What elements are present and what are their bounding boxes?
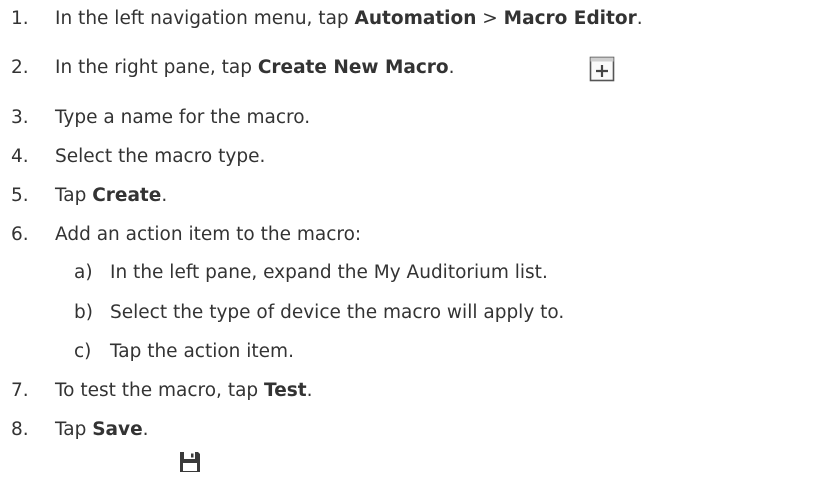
ui-term-create-new-macro: Create New Macro: [257, 57, 449, 78]
step-number: 5.: [11, 185, 29, 206]
substep-letter: b): [74, 302, 93, 323]
step-text: Tap Save.: [55, 419, 149, 440]
step-text: In the left navigation menu, tap Automat…: [55, 8, 643, 29]
step-number: 1.: [11, 8, 29, 29]
step-number: 4.: [11, 146, 29, 167]
step-text: In the right pane, tap Create New Macro.: [55, 57, 455, 78]
step-text: Add an action item to the macro:: [55, 224, 362, 245]
save-disk-icon: [180, 452, 200, 472]
substep-letter: a): [74, 262, 93, 283]
substep-text: Tap the action item.: [110, 341, 294, 362]
ui-term-macro-editor: Macro Editor: [503, 8, 637, 29]
step-number: 8.: [11, 419, 29, 440]
step-number: 6.: [11, 224, 29, 245]
step-text: Tap Create.: [55, 185, 168, 206]
step-text: Type a name for the macro.: [55, 107, 311, 128]
substep-letter: c): [74, 341, 92, 362]
step-text: Select the macro type.: [55, 146, 266, 167]
step-number: 3.: [11, 107, 29, 128]
step-text: To test the macro, tap Test.: [55, 380, 313, 401]
substep-text: Select the type of device the macro will…: [110, 302, 565, 323]
add-square-icon: [589, 56, 615, 82]
ui-term-test: Test: [264, 380, 307, 401]
step-number: 7.: [11, 380, 29, 401]
ui-term-save: Save: [92, 419, 143, 440]
step-number: 2.: [11, 57, 29, 78]
ui-term-create: Create: [92, 185, 162, 206]
substep-text: In the left pane, expand the My Auditori…: [110, 262, 548, 283]
ui-term-automation: Automation: [354, 8, 477, 29]
